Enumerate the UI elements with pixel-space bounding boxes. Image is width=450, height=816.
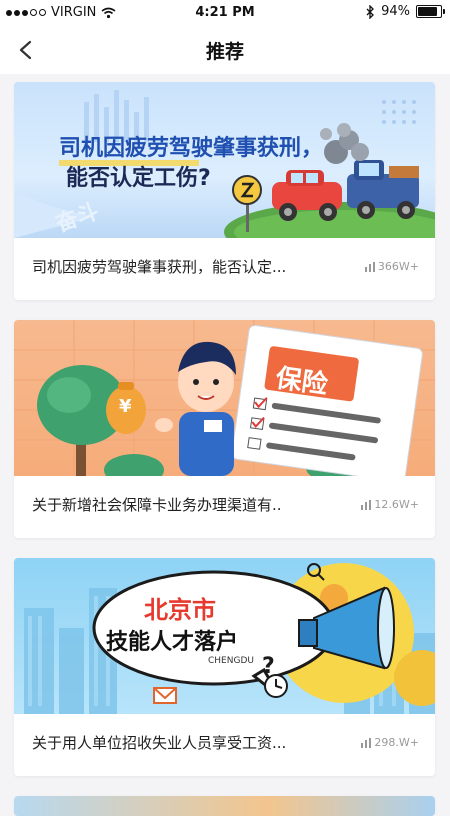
bar-chart-icon xyxy=(364,261,375,272)
article-card-4[interactable] xyxy=(14,796,435,816)
status-bar: VIRGIN 4:21 PM 94% xyxy=(0,0,450,26)
banner-coin-symbol: ¥ xyxy=(119,396,132,417)
view-count-label: 12.6W+ xyxy=(374,498,419,511)
status-right: 94% xyxy=(366,4,445,19)
bar-chart-icon xyxy=(361,737,372,748)
view-count-label: 298.W+ xyxy=(374,736,419,749)
svg-text:?: ? xyxy=(262,654,275,679)
banner-small-caption: CHENGDU xyxy=(208,656,254,666)
card-title: 司机因疲劳驾驶肇事获刑，能否认定... xyxy=(32,258,287,276)
battery-icon xyxy=(416,5,445,18)
banner-insurance-sign: 保险 xyxy=(273,363,330,401)
article-card-3[interactable]: ? 北京市 技能人才落户 CHENGDU 关于用人单位招收失业人员享受工资...… xyxy=(14,558,435,776)
article-card-1[interactable]: 奋斗 司机因疲劳驾驶肇事获刑， 能否认定工伤? 司机因疲劳驾驶肇事获刑，能否认定… xyxy=(14,82,435,300)
banner-headline-line1: 司机因疲劳驾驶肇事获刑， xyxy=(59,136,324,161)
banner-city: 北京市 xyxy=(144,596,216,624)
banner-headline-line2: 能否认定工伤? xyxy=(66,166,211,191)
view-count: 12.6W+ xyxy=(361,498,419,511)
nav-bar: 推荐 xyxy=(0,26,450,74)
article-card-2[interactable]: 保险 ¥ 关于新增社会保障卡业务办理渠道有.. 12.6W+ xyxy=(14,320,435,538)
bluetooth-icon xyxy=(366,4,375,19)
page-title: 推荐 xyxy=(205,41,244,63)
svg-text:奋斗: 奋斗 xyxy=(52,199,103,238)
card-banner-image: 保险 ¥ xyxy=(14,320,435,476)
banner-illustration xyxy=(14,320,435,476)
card-banner-image xyxy=(14,796,435,816)
banner-headline: 技能人才落户 xyxy=(106,630,239,655)
card-title: 关于用人单位招收失业人员享受工资... xyxy=(32,734,287,752)
view-count: 366W+ xyxy=(364,260,419,273)
card-title: 关于新增社会保障卡业务办理渠道有.. xyxy=(32,496,282,514)
card-banner-image: 奋斗 司机因疲劳驾驶肇事获刑， 能否认定工伤? xyxy=(14,82,435,238)
view-count: 298.W+ xyxy=(361,736,419,749)
bar-chart-icon xyxy=(361,499,372,510)
card-banner-image: ? 北京市 技能人才落户 CHENGDU xyxy=(14,558,435,714)
view-count-label: 366W+ xyxy=(377,260,419,273)
battery-percent: 94% xyxy=(381,4,410,19)
